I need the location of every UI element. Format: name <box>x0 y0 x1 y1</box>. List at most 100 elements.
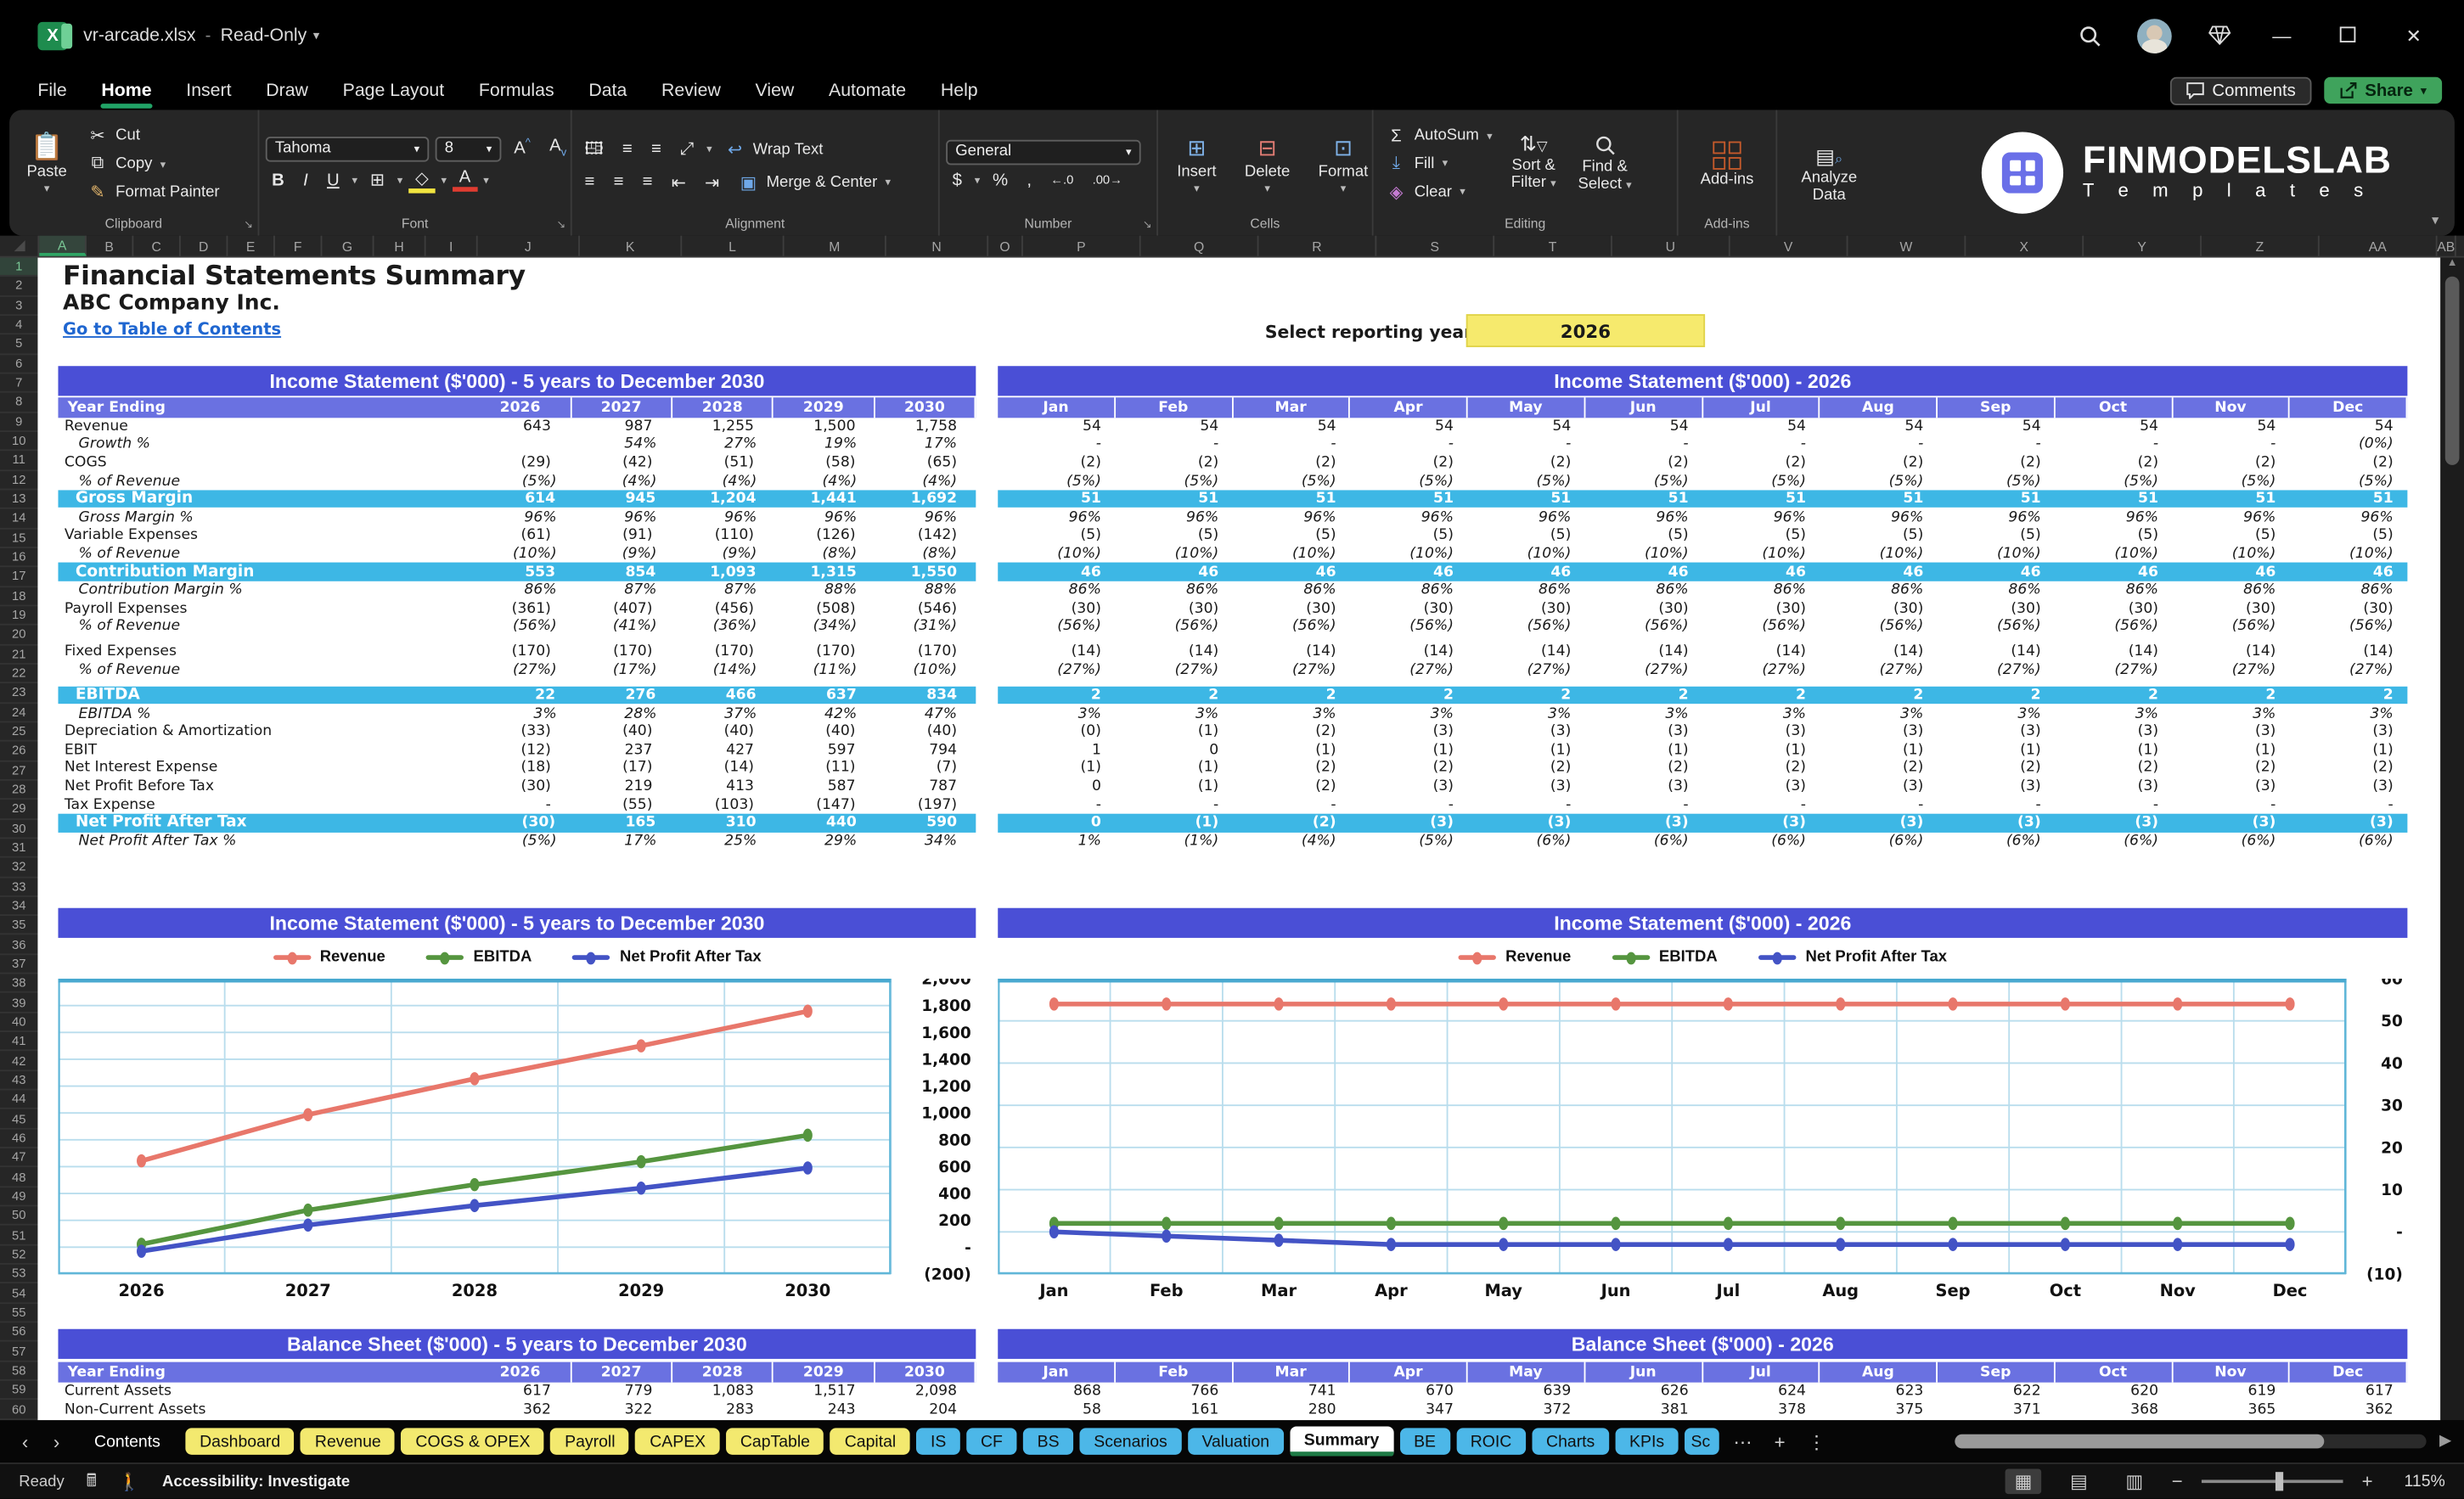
row-header-41[interactable]: 41 <box>0 1032 38 1053</box>
row-header-46[interactable]: 46 <box>0 1129 38 1149</box>
column-header-Y[interactable]: Y <box>2084 235 2202 256</box>
row-header-40[interactable]: 40 <box>0 1013 38 1033</box>
column-header-W[interactable]: W <box>1848 235 1966 256</box>
row-header-20[interactable]: 20 <box>0 626 38 645</box>
row-header-29[interactable]: 29 <box>0 800 38 820</box>
scroll-right-icon[interactable]: ▶ <box>2439 1433 2451 1450</box>
row-header-54[interactable]: 54 <box>0 1284 38 1304</box>
borders-icon[interactable]: ⊞ <box>363 170 391 190</box>
column-header-X[interactable]: X <box>1966 235 2084 256</box>
read-only-label[interactable]: Read-Only <box>221 26 307 45</box>
column-header-I[interactable]: I <box>426 235 478 256</box>
merge-center-button[interactable]: ▣ Merge & Center ▾ <box>732 171 897 194</box>
sheet-tab-kpis[interactable]: KPIs <box>1615 1428 1679 1455</box>
row-header-48[interactable]: 48 <box>0 1168 38 1187</box>
row-header-11[interactable]: 11 <box>0 452 38 471</box>
sheet-tab-contents[interactable]: Contents <box>76 1428 179 1454</box>
bold-button[interactable]: B <box>266 171 291 189</box>
row-header-52[interactable]: 52 <box>0 1245 38 1265</box>
ribbon-tab-file[interactable]: File <box>22 76 82 104</box>
ribbon-tab-home[interactable]: Home <box>86 76 167 108</box>
row-header-15[interactable]: 15 <box>0 529 38 548</box>
bs-annual-table[interactable]: Year Ending 2026 2027 2028 2029 2030 Current A… <box>58 1361 976 1420</box>
zoom-slider[interactable] <box>2201 1472 2343 1491</box>
sheet-tab-sc[interactable]: Sc <box>1685 1428 1719 1455</box>
column-header-P[interactable]: P <box>1023 235 1141 256</box>
align-center-icon[interactable]: ≡ <box>607 173 630 192</box>
row-header-51[interactable]: 51 <box>0 1226 38 1246</box>
column-header-O[interactable]: O <box>988 235 1023 256</box>
column-header-strip[interactable]: A B C D E F G H I J K L M N O P Q R S T U V W X Y Z AA AB <box>0 235 2464 258</box>
zoom-out-button[interactable]: − <box>2172 1470 2183 1492</box>
page-layout-view-button[interactable]: ▤ <box>2061 1468 2097 1494</box>
share-button[interactable]: Share ▾ <box>2324 76 2443 104</box>
decrease-decimal-icon[interactable]: .00→ <box>1086 173 1128 188</box>
row-header-17[interactable]: 17 <box>0 568 38 587</box>
font-dialog-launcher[interactable]: ↘ <box>556 218 565 231</box>
comma-icon[interactable]: , <box>1021 171 1038 189</box>
addins-button[interactable]: Add-ins <box>1688 140 1766 188</box>
sheet-tab-valuation[interactable]: Valuation <box>1187 1428 1284 1455</box>
row-header-49[interactable]: 49 <box>0 1187 38 1207</box>
row-header-37[interactable]: 37 <box>0 955 38 974</box>
row-header-21[interactable]: 21 <box>0 645 38 665</box>
row-header-22[interactable]: 22 <box>0 665 38 684</box>
ribbon-tab-review[interactable]: Review <box>646 76 737 104</box>
more-sheets-icon[interactable]: ⋯ <box>1725 1430 1760 1452</box>
row-header-30[interactable]: 30 <box>0 819 38 839</box>
row-header-26[interactable]: 26 <box>0 742 38 761</box>
font-size-select[interactable]: 8 ▾ <box>435 136 502 161</box>
row-header-27[interactable]: 27 <box>0 761 38 781</box>
row-header-5[interactable]: 5 <box>0 335 38 355</box>
sheet-tab-is[interactable]: IS <box>916 1428 960 1455</box>
currency-icon[interactable]: $ <box>946 171 968 189</box>
row-header-25[interactable]: 25 <box>0 722 38 742</box>
align-left-icon[interactable]: ≡ <box>578 173 601 192</box>
delete-cells-button[interactable]: ⊟ Delete ▾ <box>1232 134 1302 194</box>
row-header-18[interactable]: 18 <box>0 587 38 607</box>
row-header-53[interactable]: 53 <box>0 1265 38 1284</box>
align-right-icon[interactable]: ≡ <box>636 173 659 192</box>
italic-button[interactable]: I <box>297 171 314 189</box>
column-header-S[interactable]: S <box>1376 235 1495 256</box>
ribbon-tab-automate[interactable]: Automate <box>813 76 922 104</box>
sheet-tab-scenarios[interactable]: Scenarios <box>1079 1428 1182 1455</box>
close-button[interactable]: ✕ <box>2398 25 2429 47</box>
row-header-56[interactable]: 56 <box>0 1322 38 1343</box>
row-header-7[interactable]: 7 <box>0 373 38 394</box>
row-header-4[interactable]: 4 <box>0 316 38 335</box>
percent-icon[interactable]: % <box>987 171 1015 189</box>
is-annual-table[interactable]: Year Ending 2026 2027 2028 2029 2030 Revenue 64… <box>58 397 976 850</box>
ribbon-tab-data[interactable]: Data <box>573 76 643 104</box>
row-header-16[interactable]: 16 <box>0 548 38 568</box>
column-header-A[interactable]: A <box>39 235 87 256</box>
row-header-34[interactable]: 34 <box>0 896 38 917</box>
align-bottom-icon[interactable]: ≡ <box>645 140 668 159</box>
sheet-tab-roic[interactable]: ROIC <box>1456 1428 1526 1455</box>
row-header-6[interactable]: 6 <box>0 355 38 374</box>
format-cells-button[interactable]: ⊡ Format ▾ <box>1306 134 1381 194</box>
clipboard-dialog-launcher[interactable]: ↘ <box>244 218 253 231</box>
orientation-icon[interactable]: ⤢ <box>674 139 700 160</box>
is-monthly-table[interactable]: Jan Feb Mar Apr May Jun Jul Aug Sep Oct Nov Dec 54 54… <box>998 397 2408 850</box>
number-format-select[interactable]: General ▾ <box>946 138 1141 165</box>
row-header-28[interactable]: 28 <box>0 781 38 800</box>
column-header-H[interactable]: H <box>374 235 426 256</box>
row-header-39[interactable]: 39 <box>0 994 38 1013</box>
scroll-up-icon[interactable]: ▲ <box>2440 258 2464 269</box>
collapse-ribbon-icon[interactable]: ▾ <box>2432 212 2439 229</box>
decrease-font-icon[interactable]: Av <box>543 138 573 160</box>
sheet-tab-be[interactable]: BE <box>1399 1428 1450 1455</box>
zoom-in-button[interactable]: + <box>2362 1470 2373 1492</box>
column-header-K[interactable]: K <box>580 235 683 256</box>
bs-monthly-table[interactable]: Jan Feb Mar Apr May Jun Jul Aug Sep Oct Nov Dec 868 7… <box>998 1361 2408 1420</box>
row-header-60[interactable]: 60 <box>0 1401 38 1420</box>
macro-record-icon[interactable]: 🖩 <box>87 1467 97 1496</box>
row-header-32[interactable]: 32 <box>0 858 38 878</box>
row-header-44[interactable]: 44 <box>0 1091 38 1110</box>
row-header-2[interactable]: 2 <box>0 277 38 297</box>
analyze-data-button[interactable]: ▤⌕ Analyze Data <box>1792 146 1866 204</box>
ribbon-tab-view[interactable]: View <box>740 76 810 104</box>
sheet-tab-capex[interactable]: CAPEX <box>635 1428 720 1455</box>
find-select-button[interactable]: Find & Select ▾ <box>1568 134 1640 194</box>
